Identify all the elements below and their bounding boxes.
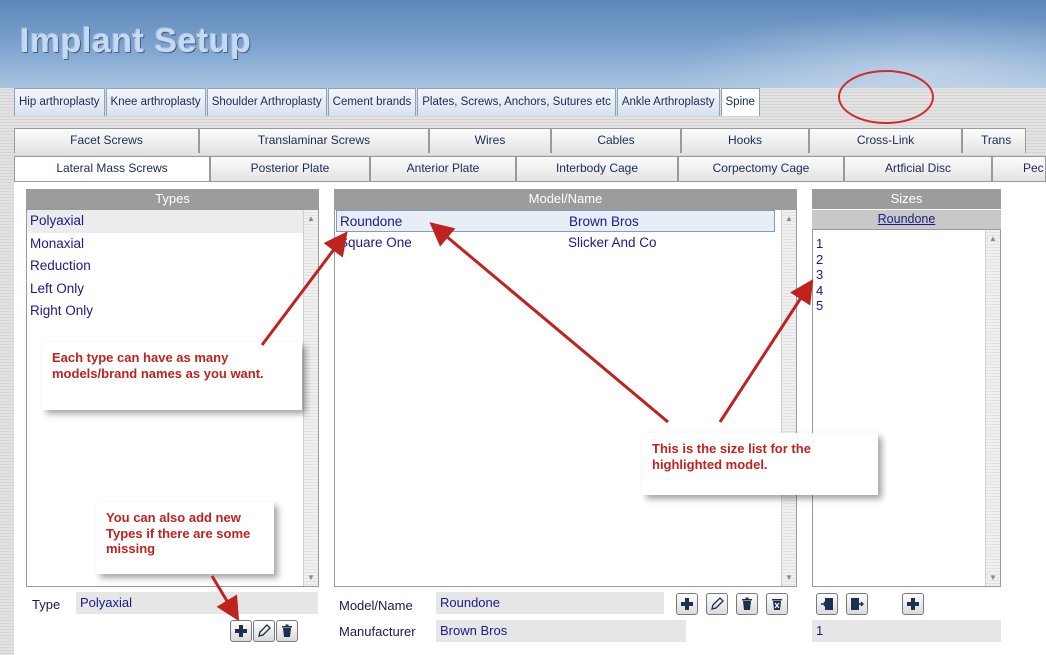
model-row[interactable]: Square One Slicker And Co bbox=[336, 232, 775, 254]
tab-hooks[interactable]: Hooks bbox=[681, 128, 809, 153]
size-list-item[interactable]: 5 bbox=[813, 298, 1000, 314]
tab-knee-arthroplasty[interactable]: Knee arthroplasty bbox=[105, 88, 206, 116]
trash-x-icon bbox=[772, 599, 782, 610]
types-list-item[interactable]: Reduction bbox=[27, 255, 318, 278]
tab-interbody-cage[interactable]: Interbody Cage bbox=[516, 156, 678, 181]
sizes-list[interactable]: 1 2 3 4 5 ▲ ▼ bbox=[812, 229, 1001, 587]
tab-cross-link[interactable]: Cross-Link bbox=[809, 128, 962, 153]
delete-all-models-button[interactable] bbox=[766, 593, 788, 615]
scroll-up-icon[interactable]: ▲ bbox=[989, 234, 997, 243]
scroll-down-icon[interactable]: ▼ bbox=[307, 573, 315, 582]
tab-anterior-plate[interactable]: Anterior Plate bbox=[370, 156, 516, 181]
models-scrollbar[interactable]: ▲ ▼ bbox=[781, 210, 796, 586]
sizes-model-link[interactable]: Roundone bbox=[812, 210, 1001, 229]
tab-pec[interactable]: Pec bbox=[992, 156, 1046, 181]
add-type-button[interactable] bbox=[230, 620, 252, 642]
tab-posterior-plate[interactable]: Posterior Plate bbox=[210, 156, 370, 181]
annotation-types-note: You can also add new Types if there are … bbox=[96, 502, 274, 574]
size-list-item[interactable]: 4 bbox=[813, 283, 1000, 299]
tab-facet-screws[interactable]: Facet Screws bbox=[14, 128, 199, 153]
tab-translaminar-screws[interactable]: Translaminar Screws bbox=[199, 128, 429, 153]
add-model-button[interactable] bbox=[676, 593, 698, 615]
import-icon bbox=[821, 598, 833, 610]
trash-icon bbox=[742, 597, 752, 610]
sizes-panel-header: Sizes bbox=[812, 189, 1001, 209]
plus-icon bbox=[907, 598, 919, 610]
delete-type-button[interactable] bbox=[276, 620, 298, 642]
sub-tab-row-top: Facet Screws Translaminar Screws Wires C… bbox=[14, 128, 1026, 153]
models-panel-header: Model/Name bbox=[334, 189, 797, 209]
model-manufacturer-cell: Brown Bros bbox=[569, 214, 639, 229]
model-name-field[interactable]: Roundone bbox=[436, 592, 664, 614]
tab-cement-brands[interactable]: Cement brands bbox=[327, 88, 417, 116]
export-icon bbox=[851, 598, 864, 610]
size-value-field[interactable]: 1 bbox=[812, 620, 1001, 642]
edit-type-button[interactable] bbox=[253, 620, 275, 642]
sub-tab-row-bottom: Lateral Mass Screws Posterior Plate Ante… bbox=[14, 156, 1046, 181]
annotation-models-note: Each type can have as many models/brand … bbox=[42, 342, 302, 410]
annotation-sizes-note: This is the size list for the highlighte… bbox=[642, 433, 878, 495]
tab-spine[interactable]: Spine bbox=[720, 88, 760, 116]
size-list-item[interactable]: 2 bbox=[813, 252, 1000, 268]
scroll-down-icon[interactable]: ▼ bbox=[785, 573, 793, 582]
model-name-label: Model/Name bbox=[339, 598, 413, 613]
type-label: Type bbox=[32, 597, 61, 612]
model-name-cell: Square One bbox=[339, 235, 412, 250]
tab-hip-arthroplasty[interactable]: Hip arthroplasty bbox=[14, 88, 105, 116]
tab-corpectomy-cage[interactable]: Corpectomy Cage bbox=[678, 156, 844, 181]
add-size-button[interactable] bbox=[902, 593, 924, 615]
scroll-up-icon[interactable]: ▲ bbox=[307, 214, 315, 223]
manufacturer-label: Manufacturer bbox=[339, 624, 416, 639]
scroll-down-icon[interactable]: ▼ bbox=[989, 573, 997, 582]
trash-icon bbox=[282, 624, 292, 637]
type-field[interactable]: Polyaxial bbox=[76, 592, 318, 614]
tab-ankle-arthroplasty[interactable]: Ankle Arthroplasty bbox=[616, 88, 720, 116]
tab-shoulder-arthroplasty[interactable]: Shoulder Arthroplasty bbox=[206, 88, 327, 116]
tab-lateral-mass-screws[interactable]: Lateral Mass Screws bbox=[14, 156, 210, 181]
types-scrollbar[interactable]: ▲ ▼ bbox=[303, 210, 318, 586]
tab-trans[interactable]: Trans bbox=[962, 128, 1026, 153]
tab-cables[interactable]: Cables bbox=[551, 128, 681, 153]
types-list-item[interactable]: Monaxial bbox=[27, 233, 318, 256]
types-panel-header: Types bbox=[26, 189, 319, 209]
scroll-up-icon[interactable]: ▲ bbox=[785, 214, 793, 223]
sizes-scrollbar[interactable]: ▲ ▼ bbox=[985, 230, 1000, 586]
spine-tab-highlight-circle bbox=[838, 70, 934, 124]
plus-icon bbox=[235, 625, 247, 637]
tab-wires[interactable]: Wires bbox=[429, 128, 551, 153]
plus-icon bbox=[681, 598, 693, 610]
delete-model-button[interactable] bbox=[736, 593, 758, 615]
import-sizes-button[interactable] bbox=[816, 593, 838, 615]
model-manufacturer-cell: Slicker And Co bbox=[568, 235, 657, 250]
types-list-item[interactable]: Left Only bbox=[27, 278, 318, 301]
main-tab-bar: Hip arthroplasty Knee arthroplasty Shoul… bbox=[14, 88, 761, 116]
types-list-item[interactable]: Right Only bbox=[27, 300, 318, 323]
size-list-item[interactable]: 3 bbox=[813, 267, 1000, 283]
pencil-icon bbox=[258, 624, 271, 637]
edit-model-button[interactable] bbox=[706, 593, 728, 615]
size-list-item[interactable]: 1 bbox=[813, 236, 1000, 252]
tab-plates-screws[interactable]: Plates, Screws, Anchors, Sutures etc bbox=[417, 88, 616, 116]
app-title: Implant Setup bbox=[20, 22, 252, 60]
model-row[interactable]: Roundone Brown Bros bbox=[336, 210, 775, 232]
types-list-item[interactable]: Polyaxial bbox=[27, 210, 318, 233]
pencil-icon bbox=[711, 597, 724, 610]
model-name-cell: Roundone bbox=[340, 214, 403, 229]
export-sizes-button[interactable] bbox=[846, 593, 868, 615]
models-list[interactable]: Roundone Brown Bros Square One Slicker A… bbox=[334, 209, 797, 587]
tab-artificial-disc[interactable]: Artficial Disc bbox=[844, 156, 992, 181]
manufacturer-field[interactable]: Brown Bros bbox=[436, 620, 686, 642]
